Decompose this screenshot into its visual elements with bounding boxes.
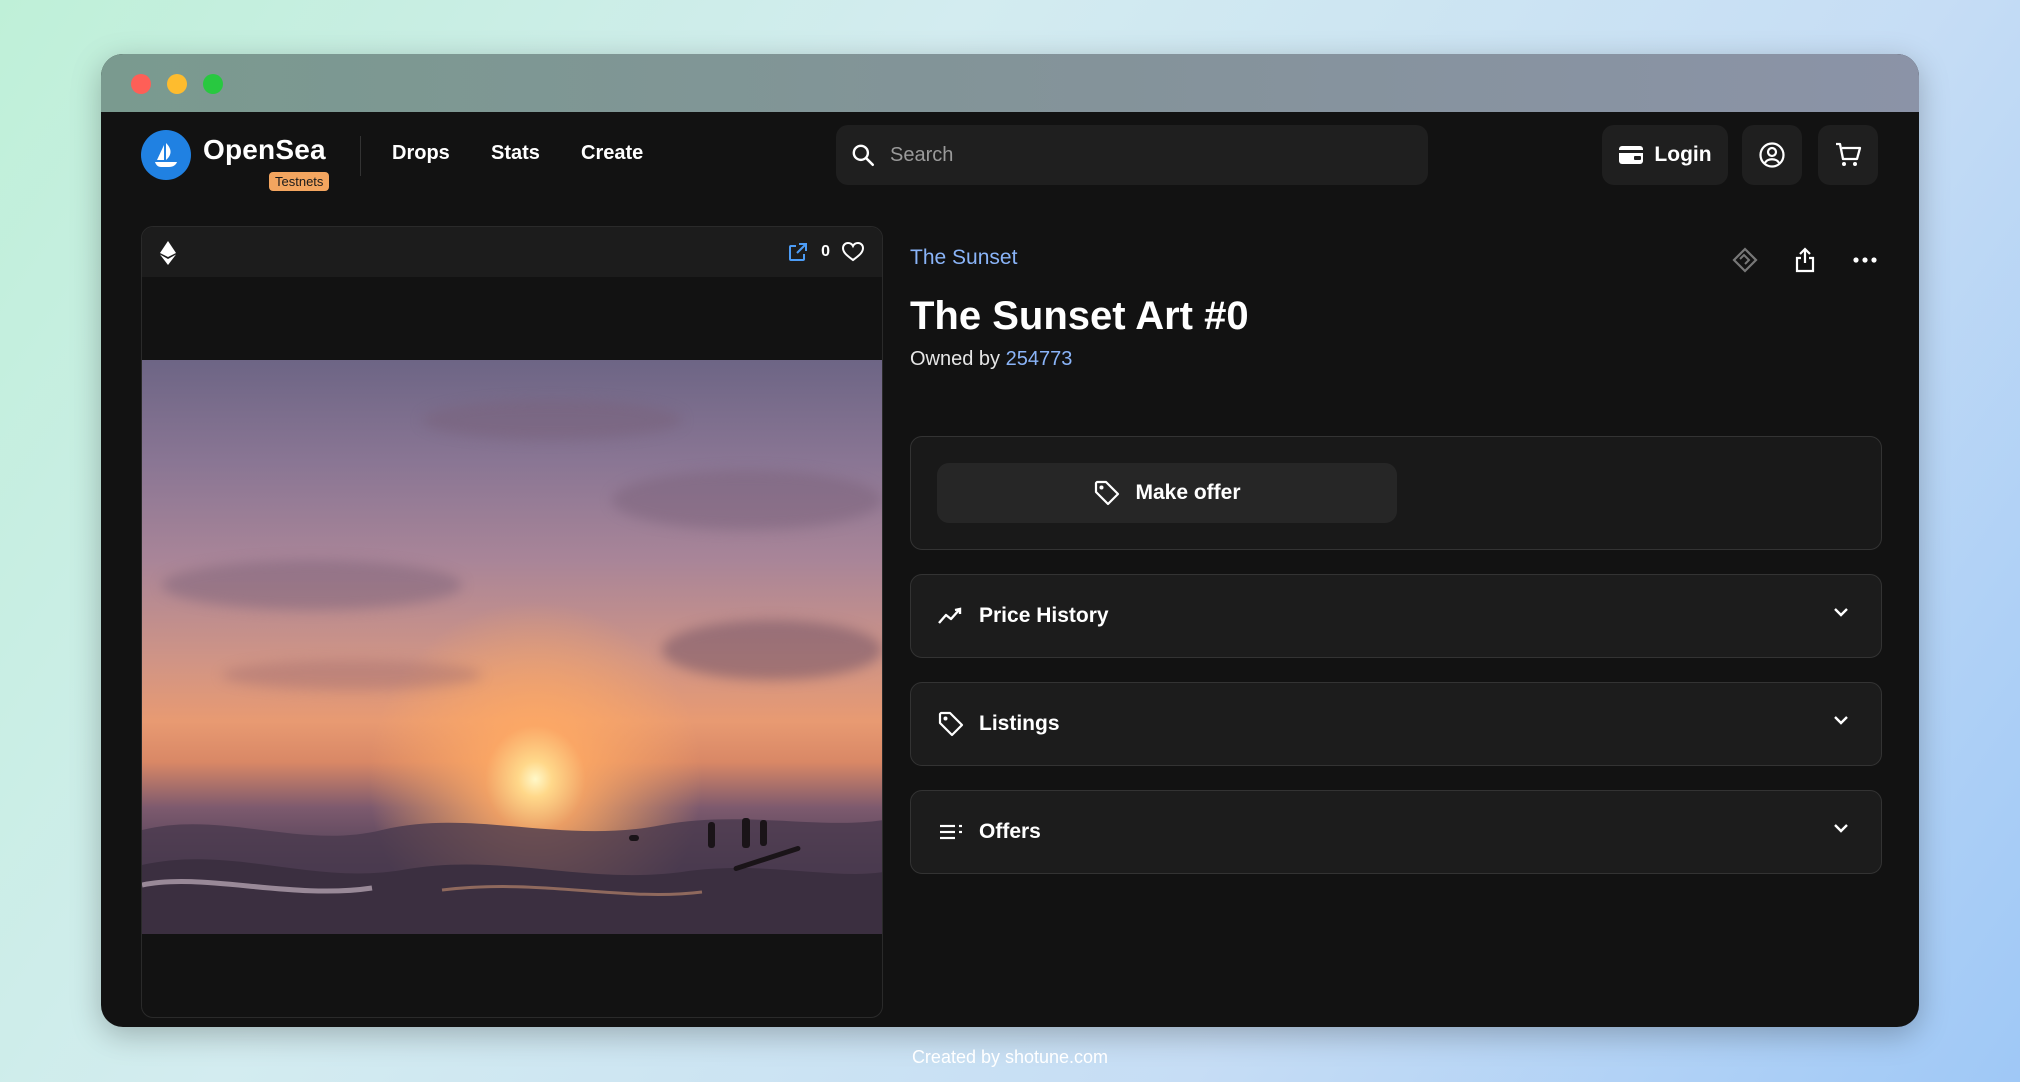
trending-line-icon: [938, 607, 962, 624]
item-title: The Sunset Art #0: [910, 294, 1249, 338]
nft-image[interactable]: [142, 360, 882, 934]
more-options-button[interactable]: [1847, 242, 1883, 278]
share-button[interactable]: [1787, 242, 1823, 278]
handshake-icon: [1732, 247, 1758, 273]
owned-by-prefix: Owned by: [910, 348, 1006, 370]
tag-icon: [1095, 480, 1120, 506]
nav-link-drops[interactable]: Drops: [392, 142, 450, 165]
accordion-label: Offers: [979, 820, 1041, 843]
accordion-offers[interactable]: Offers: [910, 790, 1882, 874]
browser-window: OpenSea Testnets Drops Stats Create Logi…: [101, 54, 1919, 1027]
offer-panel: Make offer: [910, 436, 1882, 550]
make-offer-label: Make offer: [1135, 481, 1241, 504]
nav-link-stats[interactable]: Stats: [491, 142, 540, 165]
account-circle-icon: [1759, 142, 1785, 168]
accordion-price-history[interactable]: Price History: [910, 574, 1882, 658]
media-actions: 0: [787, 241, 864, 263]
chevron-down-icon: [1834, 824, 1848, 833]
accordion-label: Price History: [979, 604, 1109, 627]
make-offer-button[interactable]: Make offer: [937, 463, 1397, 523]
external-link-icon[interactable]: [787, 241, 809, 263]
wallet-icon: [1619, 146, 1644, 164]
chevron-down-icon: [1834, 608, 1848, 617]
owner-link[interactable]: 254773: [1006, 348, 1073, 370]
testnets-badge: Testnets: [269, 172, 330, 191]
search-bar[interactable]: [836, 125, 1428, 185]
close-window-button[interactable]: [131, 74, 151, 94]
cart-button[interactable]: [1818, 125, 1878, 185]
list-icon: [940, 824, 962, 840]
window-titlebar: [101, 54, 1919, 112]
nav-divider: [360, 136, 361, 176]
footer-credit: Created by shotune.com: [911, 1047, 1109, 1067]
media-header: 0: [142, 227, 882, 277]
accordion-listings[interactable]: Listings: [910, 682, 1882, 766]
nav-link-create[interactable]: Create: [581, 142, 643, 165]
minimize-window-button[interactable]: [167, 74, 187, 94]
ethereum-icon: [160, 241, 176, 265]
top-navbar: OpenSea Testnets Drops Stats Create Logi…: [101, 112, 1919, 198]
login-button[interactable]: Login: [1602, 125, 1728, 185]
share-icon: [1795, 247, 1815, 273]
more-horizontal-icon: [1853, 257, 1877, 263]
heart-icon[interactable]: [842, 242, 864, 262]
profile-button[interactable]: [1742, 125, 1802, 185]
offer-handshake-button[interactable]: [1727, 242, 1763, 278]
tag-icon: [938, 711, 964, 737]
opensea-logo-icon[interactable]: [141, 130, 191, 180]
accordion-label: Listings: [979, 712, 1060, 735]
waves: [142, 819, 882, 934]
cart-icon: [1836, 142, 1862, 166]
collection-link[interactable]: The Sunset: [910, 246, 1017, 270]
owned-by: Owned by 254773: [910, 348, 1072, 371]
chevron-down-icon: [1834, 716, 1848, 725]
search-input[interactable]: [890, 143, 1410, 167]
login-label: Login: [1654, 143, 1712, 166]
search-icon: [852, 144, 875, 167]
likes-count: 0: [821, 243, 830, 260]
maximize-window-button[interactable]: [203, 74, 223, 94]
brand-name[interactable]: OpenSea: [203, 134, 326, 166]
nft-media-card: 0: [141, 226, 883, 1018]
